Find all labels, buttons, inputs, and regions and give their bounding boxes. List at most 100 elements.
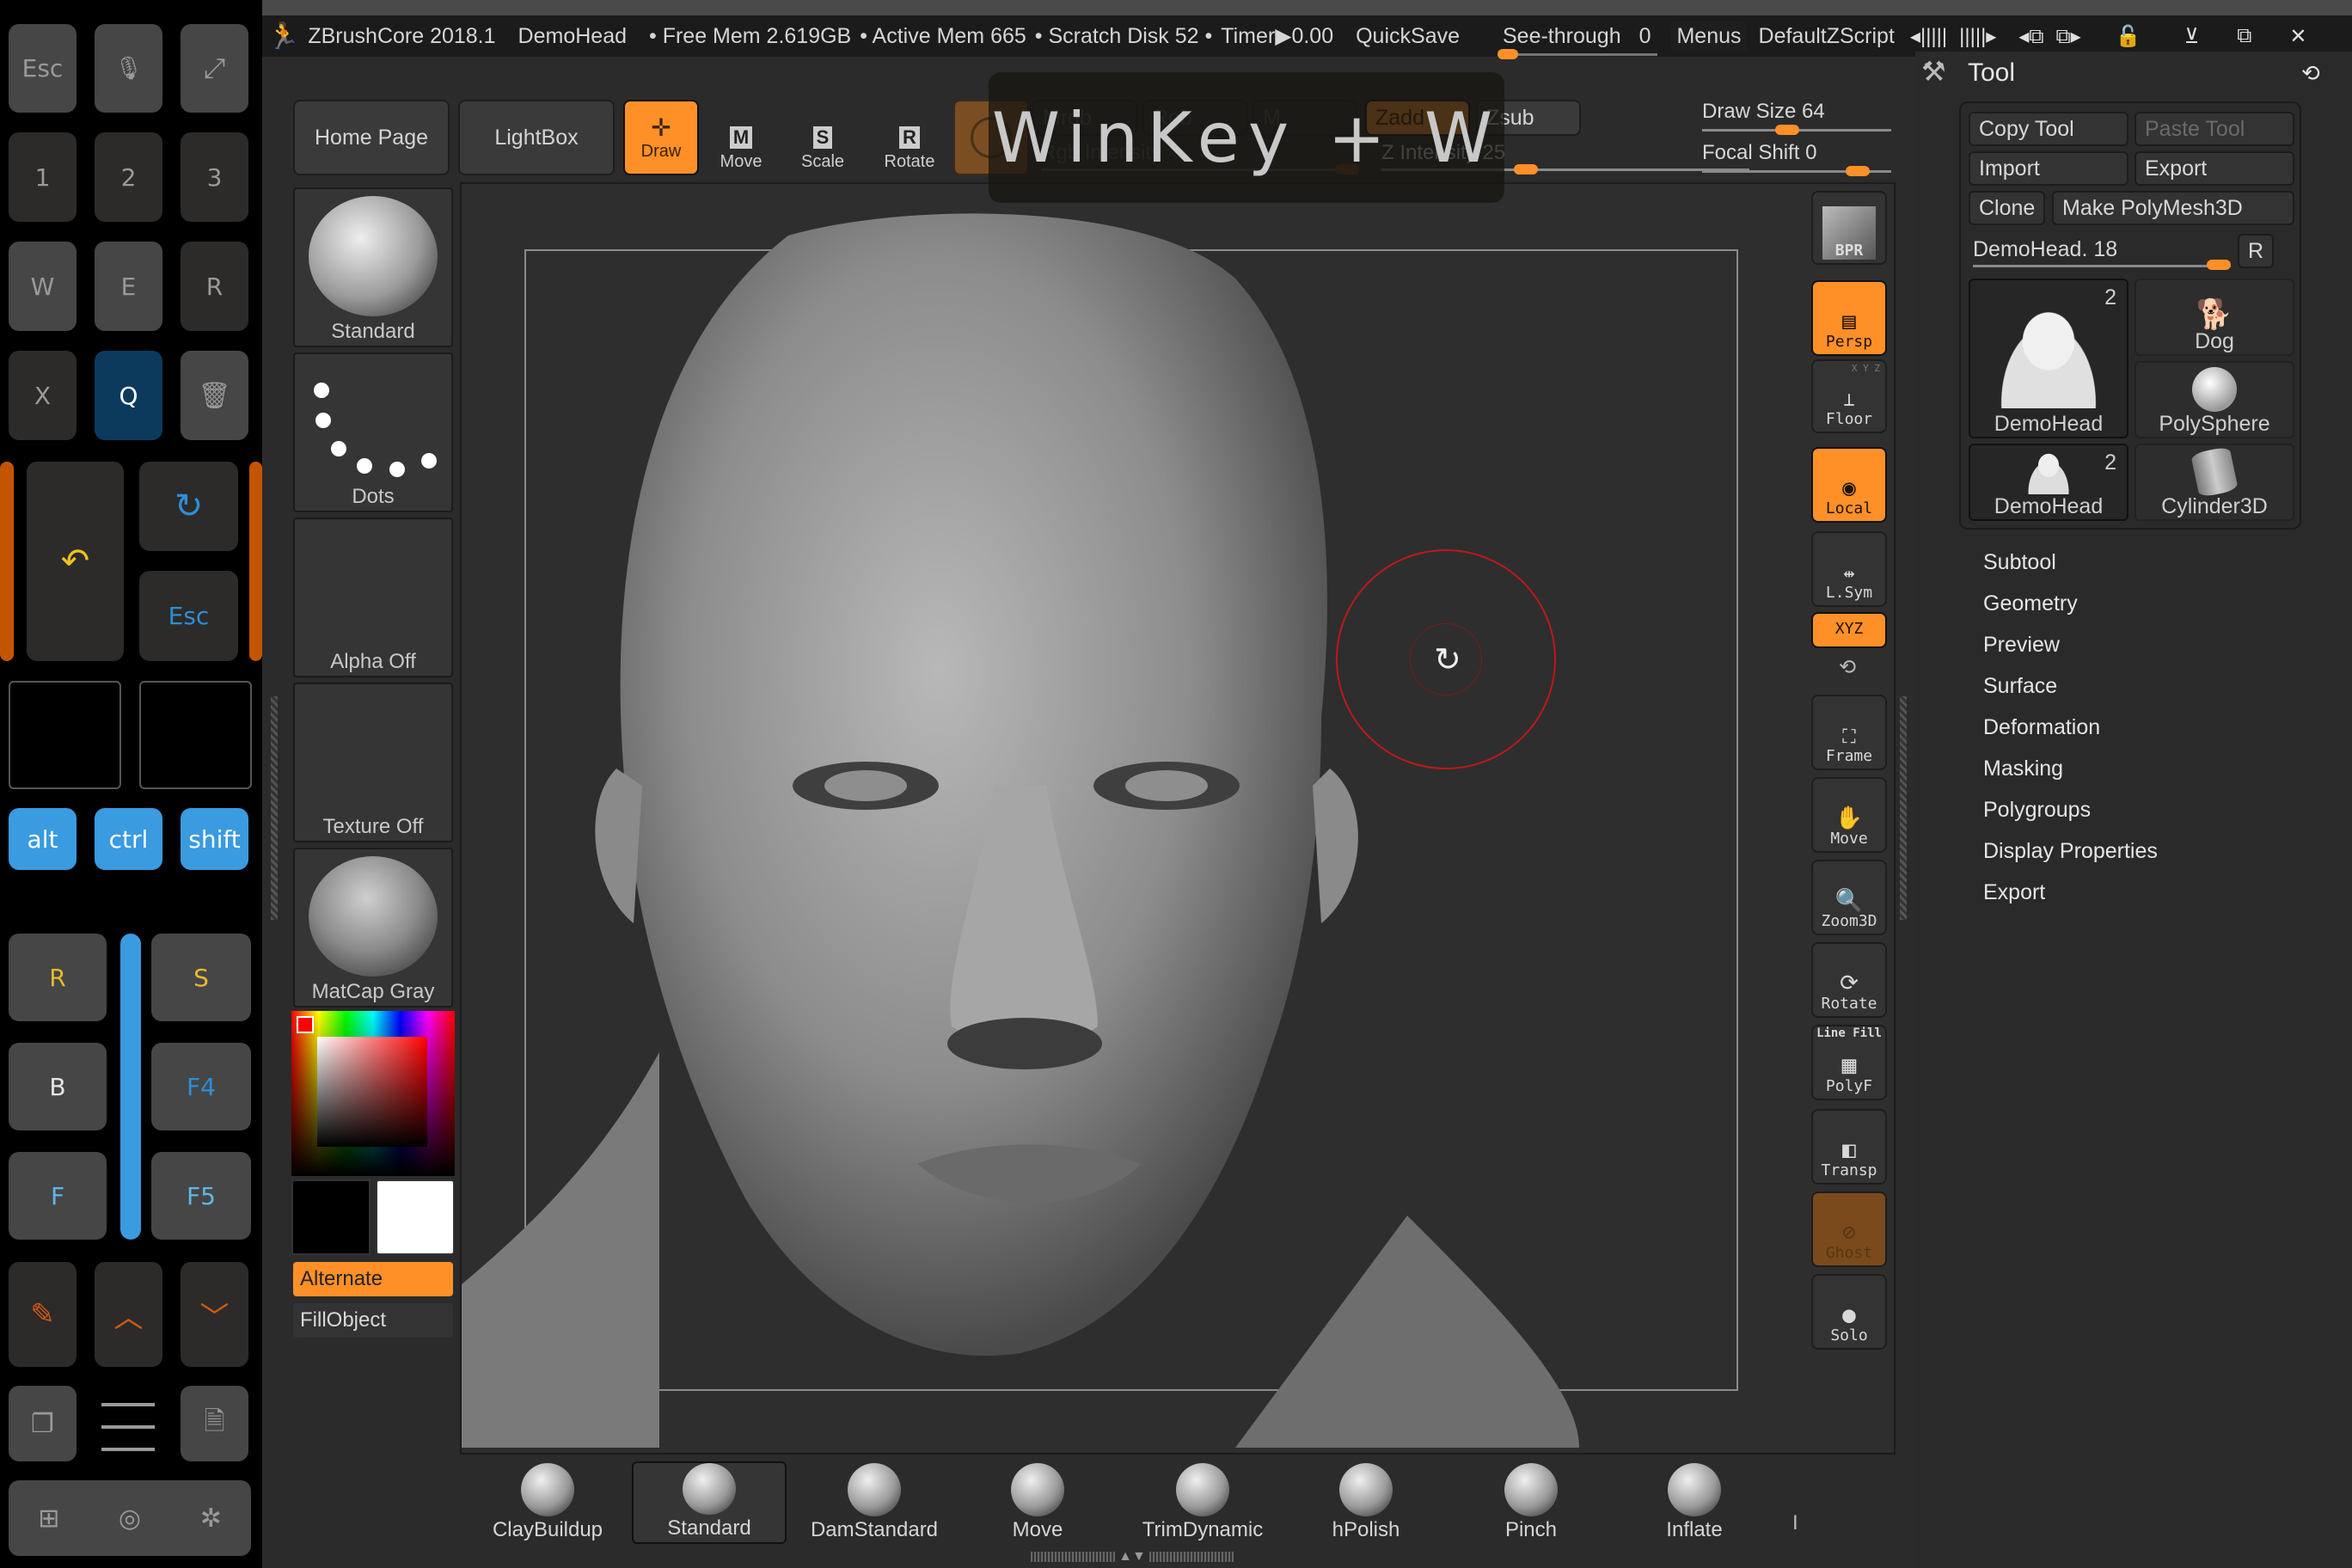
- menu-icon[interactable]: [101, 1403, 155, 1451]
- fill-object-button[interactable]: FillObject: [293, 1303, 453, 1338]
- focal-shift-slider[interactable]: Focal Shift 0: [1702, 141, 1816, 165]
- tool-thumb-cylinder3d[interactable]: Cylinder3D: [2135, 444, 2294, 521]
- focal-shift-knob[interactable]: [1846, 166, 1870, 176]
- material-selector[interactable]: MatCap Gray: [293, 848, 453, 1008]
- key-undo[interactable]: ↶: [27, 462, 124, 661]
- settings-icon[interactable]: ✲: [200, 1504, 222, 1534]
- tool-thumb-dog[interactable]: 🐕 Dog: [2135, 279, 2294, 356]
- key-esc-2[interactable]: Esc: [139, 571, 238, 661]
- paste-tool-button[interactable]: Paste Tool: [2135, 112, 2294, 146]
- make-polymesh-button[interactable]: Make PolyMesh3D: [2052, 191, 2294, 225]
- touch-pad-left[interactable]: [9, 681, 121, 789]
- r-button[interactable]: R: [2238, 234, 2274, 268]
- move-view-button[interactable]: ✋ Move: [1811, 777, 1887, 853]
- tool-thumb-polysphere[interactable]: PolySphere: [2135, 361, 2294, 438]
- menus-button[interactable]: Menus: [1671, 20, 1747, 52]
- alternate-button[interactable]: Alternate: [293, 1262, 453, 1296]
- lsym-button[interactable]: ⇹ L.Sym: [1811, 531, 1887, 607]
- key-down[interactable]: ﹀: [181, 1262, 248, 1367]
- submenu-display-properties[interactable]: Display Properties: [1983, 839, 2158, 864]
- brush-more[interactable]: I: [1792, 1511, 1798, 1535]
- key-mic[interactable]: 🎙: [95, 24, 162, 113]
- brush-claybuildup[interactable]: ClayBuildup: [470, 1461, 625, 1544]
- key-expand[interactable]: ⤢: [181, 24, 248, 113]
- brush-standard[interactable]: Standard: [632, 1461, 787, 1544]
- rotate-view-button[interactable]: ⟳ Rotate: [1811, 942, 1887, 1018]
- windows-icon[interactable]: ⊞: [38, 1504, 59, 1534]
- key-copy[interactable]: ❐: [9, 1386, 77, 1461]
- zscript-button[interactable]: DefaultZScript: [1759, 24, 1895, 49]
- touch-pad-right[interactable]: [139, 681, 252, 789]
- brush-damstandard[interactable]: DamStandard: [797, 1461, 952, 1544]
- color-square[interactable]: [317, 1037, 427, 1147]
- key-b[interactable]: B: [9, 1043, 107, 1130]
- submenu-masking[interactable]: Masking: [1983, 756, 2063, 781]
- copy-tool-button[interactable]: Copy Tool: [1969, 112, 2128, 146]
- tool-slider-knob[interactable]: [2207, 260, 2231, 270]
- key-3[interactable]: 3: [181, 132, 248, 222]
- zoom3d-button[interactable]: 🔍 Zoom3D: [1811, 860, 1887, 935]
- key-r[interactable]: R: [181, 242, 248, 331]
- bpr-button[interactable]: BPR: [1811, 191, 1887, 265]
- key-s[interactable]: S: [151, 934, 251, 1021]
- vertical-slider[interactable]: [120, 934, 141, 1240]
- key-delete[interactable]: 🗑: [181, 351, 248, 440]
- home-page-button[interactable]: Home Page: [293, 100, 450, 175]
- brush-hpolish[interactable]: hPolish: [1289, 1461, 1443, 1544]
- persp-button[interactable]: ▤ Persp: [1811, 280, 1887, 356]
- key-x[interactable]: X: [9, 351, 77, 440]
- import-button[interactable]: Import: [1969, 151, 2128, 186]
- key-f4[interactable]: F4: [151, 1043, 251, 1130]
- texture-selector[interactable]: Texture Off: [293, 683, 453, 842]
- main-color-swatch[interactable]: [291, 1179, 371, 1255]
- tool-thumb-demohead[interactable]: 2 DemoHead: [1969, 279, 2128, 438]
- solo-button[interactable]: ● Solo: [1811, 1274, 1887, 1350]
- unlock-icon[interactable]: 🔓: [2116, 24, 2141, 49]
- local-button[interactable]: ◉ Local: [1811, 447, 1887, 523]
- brush-bar-scroller[interactable]: ▲▼: [1020, 1549, 1244, 1564]
- lightbox-button[interactable]: LightBox: [458, 100, 615, 175]
- ghost-button[interactable]: ⊘ Ghost: [1811, 1191, 1887, 1267]
- rotate-button[interactable]: R Rotate: [870, 100, 949, 175]
- brush-inflate[interactable]: Inflate: [1617, 1461, 1772, 1544]
- key-e[interactable]: E: [95, 242, 162, 331]
- transp-button[interactable]: ◧ Transp: [1811, 1109, 1887, 1185]
- key-shift[interactable]: shift: [181, 808, 248, 870]
- export-tool-button[interactable]: Export: [2135, 151, 2294, 186]
- next-layout-icon[interactable]: ⧉▸: [2056, 24, 2081, 49]
- tool-slider-track[interactable]: [1973, 265, 2231, 267]
- key-q[interactable]: Q: [95, 351, 162, 440]
- key-pencil[interactable]: ✎: [9, 1262, 77, 1367]
- camera-icon[interactable]: ◎: [119, 1504, 141, 1534]
- brush-pinch[interactable]: Pinch: [1454, 1461, 1608, 1544]
- scale-button[interactable]: S Scale: [783, 100, 862, 175]
- xyz-button[interactable]: XYZ: [1811, 612, 1887, 648]
- tool-thumb-demohead-2[interactable]: 2 DemoHead: [1969, 444, 2128, 521]
- rotate-y-icon[interactable]: ⟲: [1839, 655, 1856, 680]
- key-1[interactable]: 1: [9, 132, 77, 222]
- prev-layout-icon[interactable]: ◂⧉: [2018, 24, 2043, 49]
- alpha-selector[interactable]: Alpha Off: [293, 518, 453, 677]
- key-redo[interactable]: ↻: [139, 462, 238, 551]
- submenu-surface[interactable]: Surface: [1983, 674, 2057, 699]
- key-up[interactable]: ︿: [95, 1262, 162, 1367]
- z-intensity-knob[interactable]: [1514, 164, 1538, 175]
- submenu-preview[interactable]: Preview: [1983, 633, 2060, 658]
- submenu-subtool[interactable]: Subtool: [1983, 550, 2056, 575]
- key-f[interactable]: F: [9, 1152, 107, 1240]
- restore-icon[interactable]: ⧉: [2237, 24, 2251, 48]
- scroll-right-icon[interactable]: |||||▸: [1959, 24, 1996, 49]
- key-esc[interactable]: Esc: [9, 24, 77, 113]
- scroll-left-icon[interactable]: ◂|||||: [1910, 24, 1947, 49]
- brush-selector[interactable]: Standard: [293, 187, 453, 347]
- key-document[interactable]: 🗎: [181, 1386, 248, 1461]
- color-picker[interactable]: [291, 1011, 455, 1176]
- see-through-slider[interactable]: See-through 0: [1498, 24, 1657, 59]
- floor-button[interactable]: X Y Z ⊥ Floor: [1811, 359, 1887, 433]
- draw-button[interactable]: ✛ Draw: [623, 100, 699, 175]
- close-icon[interactable]: ✕: [2289, 24, 2306, 49]
- polyf-button[interactable]: Line Fill ▦ PolyF: [1811, 1025, 1887, 1100]
- clone-button[interactable]: Clone: [1969, 191, 2045, 225]
- minimize-icon[interactable]: ⊻: [2184, 24, 2200, 49]
- canvas[interactable]: ↻: [460, 182, 1896, 1455]
